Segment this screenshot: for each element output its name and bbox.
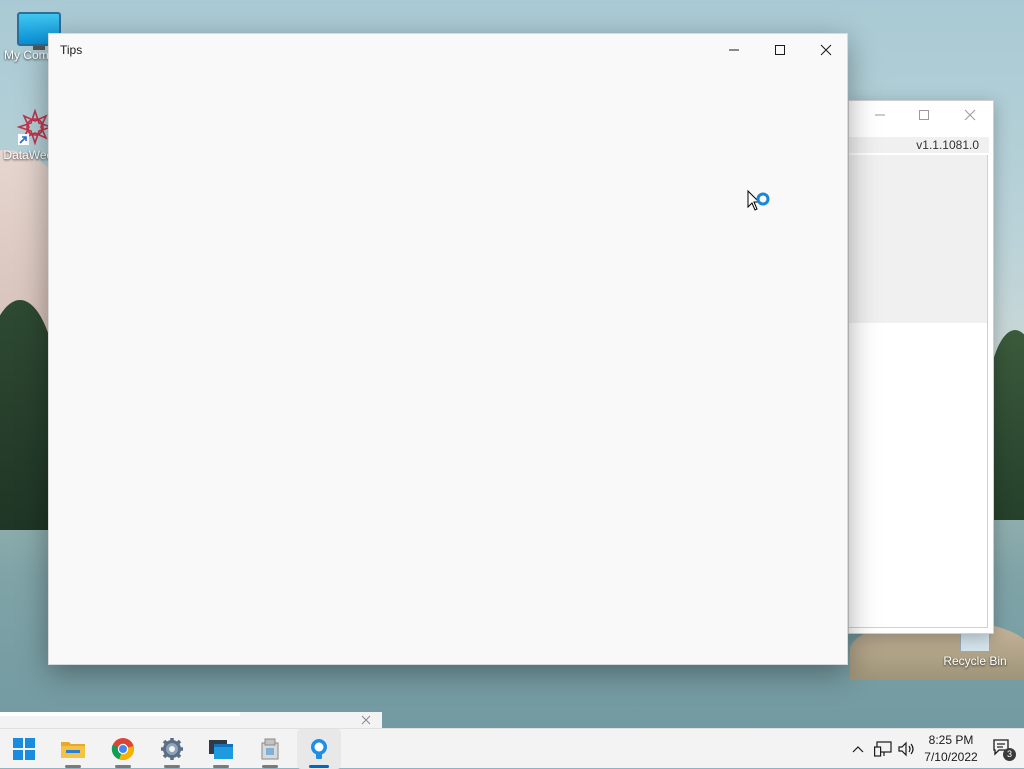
- minimize-button[interactable]: [711, 34, 757, 65]
- window-stack-icon: [209, 740, 233, 759]
- maximize-button[interactable]: [757, 34, 803, 65]
- maximize-button[interactable]: [915, 107, 933, 125]
- tips-content-area: [49, 65, 847, 664]
- close-button[interactable]: [961, 107, 979, 125]
- network-icon: [874, 741, 892, 757]
- folder-icon: [61, 742, 85, 758]
- windows-logo-icon: [13, 738, 35, 760]
- minimize-icon: [875, 114, 885, 116]
- chevron-up-icon: [852, 746, 864, 753]
- chrome-icon: [111, 738, 134, 761]
- background-window-content: [849, 323, 988, 628]
- tips-window[interactable]: Tips: [48, 33, 848, 665]
- lightbulb-icon: [311, 739, 327, 759]
- taskbar-window-app[interactable]: [199, 729, 243, 769]
- notification-badge: 3: [1003, 748, 1016, 761]
- app-package-icon: [261, 738, 279, 760]
- background-window-titlebar[interactable]: [849, 101, 993, 131]
- taskbar-chrome[interactable]: [101, 729, 145, 769]
- close-icon: [820, 44, 832, 55]
- minimize-icon: [729, 49, 739, 50]
- tray-overflow-button[interactable]: [848, 729, 868, 769]
- start-button[interactable]: [2, 729, 46, 769]
- notification-close-button[interactable]: [359, 715, 373, 729]
- clock-date: 7/10/2022: [924, 750, 978, 764]
- taskbar-settings[interactable]: [150, 729, 194, 769]
- busy-cursor-icon: [747, 189, 773, 218]
- minimize-button[interactable]: [871, 107, 889, 125]
- clock-time: 8:25 PM: [928, 733, 974, 747]
- desktop-icon-label: Recycle Bin: [943, 654, 1007, 668]
- window-title: Tips: [60, 43, 83, 57]
- speaker-icon: [898, 741, 914, 757]
- notification-strip-edge: [0, 712, 240, 716]
- maximize-icon: [919, 110, 929, 120]
- background-window[interactable]: v1.1.1081.0: [848, 100, 994, 634]
- tray-network[interactable]: [872, 729, 894, 769]
- background-window-panel: [849, 155, 988, 324]
- close-icon: [361, 715, 371, 725]
- desktop-icon-recycle-bin[interactable]: Recycle Bin: [940, 630, 1010, 668]
- taskbar-file-explorer[interactable]: [51, 729, 95, 769]
- close-button[interactable]: [803, 34, 849, 65]
- maximize-icon: [775, 44, 785, 55]
- taskbar: 8:25 PM 7/10/2022: [0, 728, 1024, 769]
- taskbar-app-package[interactable]: [248, 729, 292, 769]
- gear-icon: [161, 738, 183, 760]
- taskbar-tips[interactable]: [297, 729, 341, 769]
- tips-titlebar[interactable]: Tips: [49, 34, 847, 65]
- tray-volume[interactable]: [896, 729, 918, 769]
- version-label: v1.1.1081.0: [849, 137, 989, 153]
- close-icon: [964, 109, 976, 121]
- taskbar-clock[interactable]: 8:25 PM 7/10/2022: [918, 732, 984, 766]
